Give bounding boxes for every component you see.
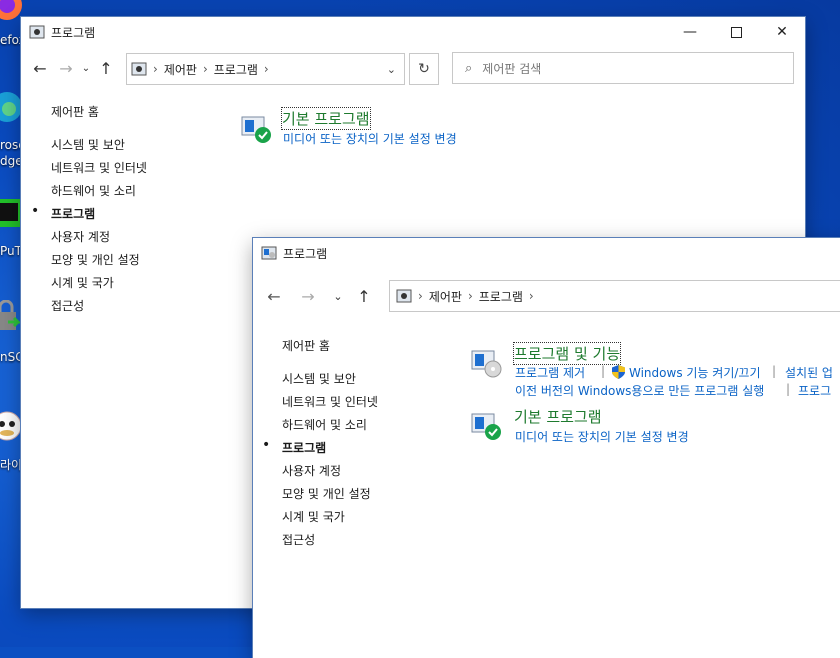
sidebar-item-clock-region[interactable]: 시계 및 국가 xyxy=(51,274,114,291)
breadcrumb-control-panel[interactable]: 제어판 xyxy=(429,288,462,305)
desktop-icon-label: rosc xyxy=(0,138,22,152)
link-installed-updates[interactable]: 설치된 업 xyxy=(785,364,833,381)
category-default-programs-title[interactable]: 기본 프로그램 xyxy=(281,107,371,130)
arrow-left-icon: ← xyxy=(267,286,281,306)
sidebar-item-appearance[interactable]: 모양 및 개인 설정 xyxy=(51,251,140,268)
arrow-up-icon: ↑ xyxy=(99,58,113,78)
link-windows-features[interactable]: Windows 기능 켜기/끄기 xyxy=(629,364,760,381)
link-run-older-programs[interactable]: 이전 버전의 Windows용으로 만든 프로그램 실행 xyxy=(515,382,764,399)
search-icon: ⌕ xyxy=(465,60,473,76)
recent-pages-button[interactable]: ⌄ xyxy=(79,55,93,81)
chevron-down-icon: ⌄ xyxy=(81,62,91,74)
maximize-icon xyxy=(730,26,742,38)
up-button[interactable]: ↑ xyxy=(93,55,119,81)
sidebar-item-accessibility[interactable]: 접근성 xyxy=(51,297,84,314)
desktop-icon-label: nSC xyxy=(0,350,22,364)
control-panel-icon xyxy=(396,289,412,303)
control-panel-icon xyxy=(131,62,147,76)
close-button[interactable]: ✕ xyxy=(759,17,805,47)
link-separator: | xyxy=(772,364,777,378)
sidebar-item-hardware-sound[interactable]: 하드웨어 및 소리 xyxy=(51,182,136,199)
arrow-right-icon: → xyxy=(301,286,315,306)
link-change-default-settings[interactable]: 미디어 또는 장치의 기본 설정 변경 xyxy=(283,130,457,147)
chevron-right-icon: › xyxy=(263,62,269,76)
sidebar-item-network-internet[interactable]: 네트워크 및 인터넷 xyxy=(282,393,378,410)
refresh-icon: ↻ xyxy=(418,61,430,77)
window-title: 프로그램 xyxy=(283,246,328,261)
desktop-icon-label: PuT xyxy=(0,244,22,258)
back-button[interactable]: ← xyxy=(261,283,287,309)
breadcrumb-programs[interactable]: 프로그램 xyxy=(479,288,523,305)
category-default-programs-title[interactable]: 기본 프로그램 xyxy=(514,406,602,427)
chevron-right-icon: › xyxy=(467,289,473,303)
sidebar-item-hardware-sound[interactable]: 하드웨어 및 소리 xyxy=(282,416,367,433)
desktop-icon-label: efox xyxy=(0,33,22,47)
arrow-up-icon: ↑ xyxy=(357,286,371,306)
window-title: 프로그램 xyxy=(51,25,96,40)
maximize-button[interactable] xyxy=(713,17,759,47)
desktop-icon-label: dge xyxy=(0,154,22,168)
forward-button[interactable]: → xyxy=(53,55,79,81)
sidebar: 제어판 홈 시스템 및 보안 네트워크 및 인터넷 하드웨어 및 소리 • 프로… xyxy=(262,337,452,557)
chevron-right-icon: › xyxy=(528,289,534,303)
link-separator: | xyxy=(786,382,791,396)
chevron-right-icon: › xyxy=(153,62,158,76)
sidebar: 제어판 홈 시스템 및 보안 네트워크 및 인터넷 하드웨어 및 소리 • 프로… xyxy=(31,103,231,323)
forward-button[interactable]: → xyxy=(295,283,321,309)
arrow-left-icon: ← xyxy=(33,58,47,78)
back-button[interactable]: ← xyxy=(27,55,53,81)
programs-features-icon xyxy=(471,350,502,378)
programs-icon xyxy=(261,246,277,260)
control-panel-icon xyxy=(29,25,45,39)
search-box[interactable]: ⌕ 제어판 검색 xyxy=(452,52,794,84)
chevron-down-icon[interactable]: ⌄ xyxy=(387,63,396,76)
sidebar-item-appearance[interactable]: 모양 및 개인 설정 xyxy=(282,485,371,502)
sidebar-home-link[interactable]: 제어판 홈 xyxy=(51,103,99,120)
sidebar-item-clock-region[interactable]: 시계 및 국가 xyxy=(282,508,345,525)
chevron-right-icon: › xyxy=(418,289,423,303)
control-panel-window-front[interactable]: 프로그램 ← → ⌄ ↑ › 제어판 › 프로그램 › 제어판 홈 시스템 및 … xyxy=(253,238,840,658)
link-program-more[interactable]: 프로그 xyxy=(798,382,831,399)
close-icon: ✕ xyxy=(776,24,788,40)
address-bar[interactable]: › 제어판 › 프로그램 › xyxy=(389,280,840,312)
sidebar-item-system-security[interactable]: 시스템 및 보안 xyxy=(51,136,125,153)
active-bullet: • xyxy=(31,203,40,219)
breadcrumb-programs[interactable]: 프로그램 xyxy=(214,61,258,78)
chevron-right-icon: › xyxy=(202,62,208,76)
default-programs-icon xyxy=(241,116,271,143)
category-programs-features-title[interactable]: 프로그램 및 기능 xyxy=(512,342,622,365)
link-uninstall-program[interactable]: 프로그램 제거 xyxy=(515,364,585,381)
desktop-icon-label: 라이 xyxy=(0,458,22,472)
uac-shield-icon xyxy=(612,365,625,379)
link-separator: | xyxy=(601,364,606,378)
active-bullet: • xyxy=(262,437,271,453)
sidebar-item-accessibility[interactable]: 접근성 xyxy=(282,531,315,548)
recent-pages-button[interactable]: ⌄ xyxy=(325,283,351,309)
chevron-down-icon: ⌄ xyxy=(333,289,343,303)
address-bar[interactable]: › 제어판 › 프로그램 › ⌄ xyxy=(126,53,405,85)
sidebar-item-programs[interactable]: 프로그램 xyxy=(51,205,95,222)
link-change-default-settings[interactable]: 미디어 또는 장치의 기본 설정 변경 xyxy=(515,428,689,445)
sidebar-home-link[interactable]: 제어판 홈 xyxy=(282,337,330,354)
refresh-button[interactable]: ↻ xyxy=(409,53,439,85)
sidebar-item-programs[interactable]: 프로그램 xyxy=(282,439,326,456)
default-programs-icon xyxy=(471,413,501,440)
arrow-right-icon: → xyxy=(59,58,73,78)
title-bar[interactable]: 프로그램 xyxy=(253,238,840,268)
minimize-icon: — xyxy=(683,24,697,40)
sidebar-item-network-internet[interactable]: 네트워크 및 인터넷 xyxy=(51,159,147,176)
sidebar-item-user-accounts[interactable]: 사용자 계정 xyxy=(282,462,341,479)
breadcrumb-control-panel[interactable]: 제어판 xyxy=(164,61,197,78)
sidebar-item-system-security[interactable]: 시스템 및 보안 xyxy=(282,370,356,387)
up-button[interactable]: ↑ xyxy=(351,283,377,309)
minimize-button[interactable]: — xyxy=(667,17,713,47)
sidebar-item-user-accounts[interactable]: 사용자 계정 xyxy=(51,228,110,245)
search-placeholder: 제어판 검색 xyxy=(482,61,542,76)
